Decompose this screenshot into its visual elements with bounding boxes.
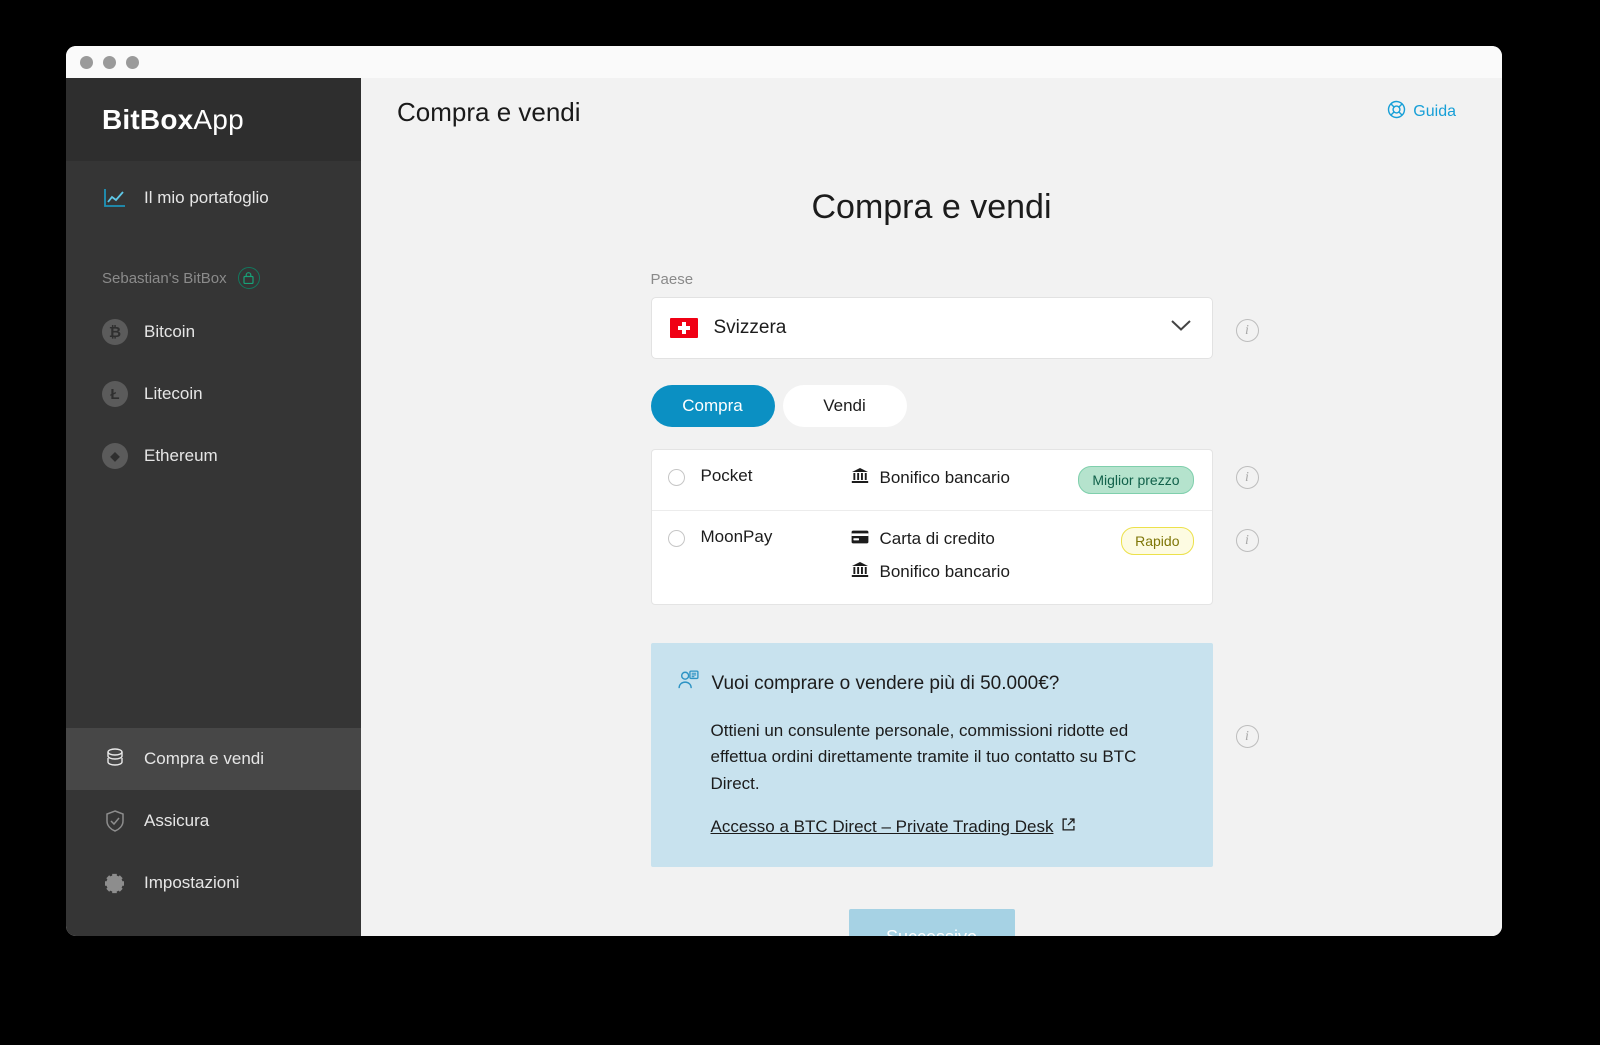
sidebar-item-label: Ethereum bbox=[144, 446, 218, 465]
mode-toggle-group: Compra Vendi bbox=[650, 385, 1213, 427]
promo-link-label: Accesso a BTC Direct – Private Trading D… bbox=[710, 817, 1054, 837]
mode-toggle: Compra Vendi bbox=[650, 385, 1213, 427]
ethereum-icon: ◆ bbox=[102, 443, 128, 469]
provider-methods: Bonifico bancario bbox=[851, 466, 1079, 490]
payment-method: Bonifico bancario bbox=[851, 466, 1079, 490]
info-icon-country[interactable]: i bbox=[1235, 319, 1259, 342]
sidebar-item-buy-sell[interactable]: Compra e vendi bbox=[66, 728, 361, 790]
payment-method: Bonifico bancario bbox=[851, 560, 1122, 584]
provider-methods: Carta di credito Bonifico bancario bbox=[851, 527, 1122, 584]
sidebar-item-insure[interactable]: Assicura bbox=[66, 790, 361, 852]
sidebar-item-bitcoin[interactable]: ₿ Bitcoin bbox=[66, 301, 361, 363]
switzerland-flag-icon bbox=[669, 318, 698, 338]
sidebar-item-portfolio[interactable]: Il mio portafoglio bbox=[66, 169, 361, 227]
app-window: BitBox App Il mio portafoglio Sebastian's… bbox=[66, 46, 1502, 936]
sell-tab[interactable]: Vendi bbox=[782, 385, 907, 427]
sidebar-item-label: Assicura bbox=[144, 811, 210, 830]
info-icon-pocket[interactable]: i bbox=[1235, 466, 1259, 489]
payment-method: Carta di credito bbox=[851, 527, 1122, 551]
main-area: Compra e vendi Guida Compra e vendi Paes… bbox=[361, 78, 1502, 936]
sidebar-item-ethereum[interactable]: ◆ Ethereum bbox=[66, 425, 361, 487]
zoom-button[interactable] bbox=[126, 55, 139, 69]
advisor-icon bbox=[677, 669, 700, 698]
provider-name: MoonPay bbox=[700, 527, 773, 546]
promo-heading: Vuoi comprare o vendere più di 50.000€? bbox=[711, 672, 1060, 694]
provider-radio[interactable] bbox=[667, 469, 685, 486]
app-logo: BitBox App bbox=[66, 78, 361, 161]
payment-method-label: Bonifico bancario bbox=[879, 468, 1010, 487]
bank-icon bbox=[851, 561, 869, 583]
info-icon-promo[interactable]: i bbox=[1235, 725, 1259, 748]
status-badge: Rapido bbox=[1121, 527, 1194, 555]
main-content: Compra e vendi Paese Svizzera i Compra V… bbox=[361, 146, 1502, 936]
provider-row-moonpay[interactable]: MoonPay Carta di credito Bonifico bancar… bbox=[651, 510, 1212, 604]
sidebar-item-label: Compra e vendi bbox=[144, 749, 265, 768]
promo-body: Ottieni un consulente personale, commiss… bbox=[710, 721, 1137, 793]
guide-label: Guida bbox=[1413, 103, 1456, 120]
chevron-down-icon bbox=[1170, 319, 1192, 337]
country-field-group: Paese Svizzera i bbox=[650, 271, 1259, 359]
status-badge: Miglior prezzo bbox=[1078, 466, 1194, 494]
sidebar-item-label: Litecoin bbox=[144, 384, 203, 403]
litecoin-icon: Ł bbox=[102, 381, 128, 407]
page-title: Compra e vendi bbox=[397, 96, 581, 127]
info-icon-moonpay[interactable]: i bbox=[1235, 529, 1259, 552]
sidebar-item-label: Impostazioni bbox=[144, 873, 240, 892]
next-button[interactable]: Successivo bbox=[848, 909, 1015, 936]
payment-method-label: Carta di credito bbox=[879, 529, 995, 548]
account-group-header: Sebastian's BitBox bbox=[66, 255, 361, 301]
promo-heading-row: Vuoi comprare o vendere più di 50.000€? bbox=[677, 669, 1185, 698]
close-button[interactable] bbox=[80, 55, 93, 69]
sidebar-item-litecoin[interactable]: Ł Litecoin bbox=[66, 363, 361, 425]
provider-list: Pocket Bonifico bancario Miglior prezzo … bbox=[650, 449, 1213, 605]
main-header: Compra e vendi Guida bbox=[361, 78, 1502, 146]
brand-bold: BitBox bbox=[102, 103, 194, 135]
gear-icon bbox=[102, 870, 128, 896]
country-label: Paese bbox=[650, 271, 694, 288]
sidebar-item-settings[interactable]: Impostazioni bbox=[66, 852, 361, 914]
provider-name: Pocket bbox=[700, 466, 753, 485]
external-link-icon bbox=[1061, 817, 1076, 837]
buy-tab[interactable]: Compra bbox=[650, 385, 775, 427]
bitcoin-icon: ₿ bbox=[102, 319, 128, 345]
provider-row-pocket[interactable]: Pocket Bonifico bancario Miglior prezzo bbox=[652, 450, 1212, 510]
minimize-button[interactable] bbox=[103, 55, 116, 69]
account-group-label: Sebastian's BitBox bbox=[102, 269, 227, 287]
content-heading: Compra e vendi bbox=[811, 188, 1052, 226]
coins-icon bbox=[102, 746, 128, 772]
promo-link[interactable]: Accesso a BTC Direct – Private Trading D… bbox=[677, 817, 1185, 837]
next-button-wrap: Successivo bbox=[361, 909, 1502, 936]
window-titlebar bbox=[66, 46, 1502, 78]
sidebar-item-label: Il mio portafoglio bbox=[144, 188, 269, 207]
promo-panel: Vuoi comprare o vendere più di 50.000€? … bbox=[650, 643, 1213, 868]
lifebuoy-icon bbox=[1387, 100, 1406, 124]
guide-link[interactable]: Guida bbox=[1387, 100, 1456, 124]
payment-method-label: Bonifico bancario bbox=[879, 562, 1010, 581]
country-value: Svizzera bbox=[713, 317, 787, 338]
chart-line-icon bbox=[102, 185, 128, 211]
country-select[interactable]: Svizzera bbox=[650, 297, 1213, 359]
bank-icon bbox=[851, 467, 869, 489]
promo-group: Vuoi comprare o vendere più di 50.000€? … bbox=[650, 643, 1259, 868]
shield-check-icon bbox=[102, 808, 128, 834]
providers-group: Pocket Bonifico bancario Miglior prezzo … bbox=[650, 449, 1259, 605]
sidebar-item-label: Bitcoin bbox=[144, 322, 196, 341]
bitbox-lock-icon bbox=[237, 267, 260, 289]
credit-card-icon bbox=[851, 529, 869, 549]
sidebar: BitBox App Il mio portafoglio Sebastian's… bbox=[66, 78, 361, 936]
provider-radio[interactable] bbox=[667, 530, 685, 547]
window-body: BitBox App Il mio portafoglio Sebastian's… bbox=[66, 78, 1502, 936]
brand-light: App bbox=[193, 103, 244, 135]
